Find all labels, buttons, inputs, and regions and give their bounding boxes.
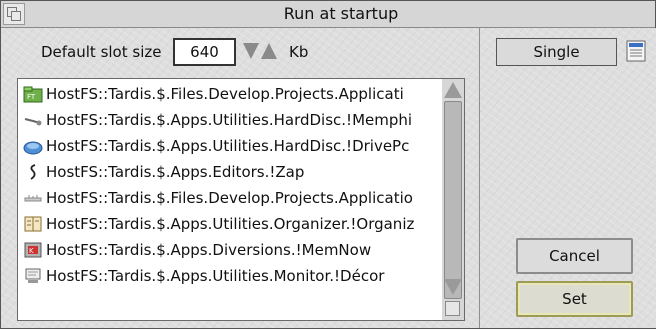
scroll-up-arrow-icon[interactable] (444, 82, 462, 98)
window-title: Run at startup (283, 4, 399, 23)
startup-app-list[interactable]: FT HostFS::Tardis.$.Files.Develop.Projec… (17, 78, 444, 321)
set-button[interactable]: Set (516, 281, 633, 317)
scroll-thumb[interactable] (444, 101, 462, 299)
startup-list-pane: Default slot size 640 Kb FT HostFS::Tard… (1, 28, 478, 328)
drive-icon (23, 141, 43, 155)
increase-arrow-icon[interactable] (261, 43, 277, 59)
svg-text:K: K (29, 247, 34, 255)
slot-size-label: Default slot size (41, 43, 162, 61)
list-item-path: HostFS::Tardis.$.Apps.Utilities.Organize… (46, 215, 415, 233)
run-at-startup-window: Run at startup Default slot size 640 Kb … (0, 0, 656, 329)
zap-icon (30, 164, 36, 180)
menu-icon[interactable] (626, 40, 646, 62)
decor-icon (25, 268, 41, 283)
application-folder-icon: FT (23, 86, 43, 103)
list-item-path: HostFS::Tardis.$.Apps.Diversions.!MemNow (46, 241, 372, 259)
list-item[interactable]: K HostFS::Tardis.$.Apps.Diversions.!MemN… (18, 237, 443, 263)
list-item-path: HostFS::Tardis.$.Apps.Utilities.HardDisc… (46, 111, 413, 129)
list-item-path: HostFS::Tardis.$.Apps.Utilities.Monitor.… (46, 267, 385, 285)
list-item-path: HostFS::Tardis.$.Files.Develop.Projects.… (46, 189, 413, 207)
list-item[interactable]: HostFS::Tardis.$.Apps.Editors.!Zap (18, 159, 443, 185)
memphis-icon (24, 118, 42, 126)
title-bar[interactable]: Run at startup (1, 1, 655, 28)
list-item[interactable]: HostFS::Tardis.$.Apps.Utilities.Monitor.… (18, 263, 443, 289)
list-item[interactable]: HostFS::Tardis.$.Apps.Utilities.HardDisc… (18, 107, 443, 133)
slot-size-units: Kb (289, 43, 309, 61)
ruler-icon (24, 195, 42, 202)
memnow-icon: K (24, 242, 42, 258)
decrease-arrow-icon[interactable] (243, 43, 259, 59)
list-item-path: HostFS::Tardis.$.Apps.Editors.!Zap (46, 163, 305, 181)
resize-icon[interactable] (445, 301, 460, 316)
list-item[interactable]: FT HostFS::Tardis.$.Files.Develop.Projec… (18, 81, 443, 107)
svg-text:FT: FT (27, 93, 36, 101)
list-item-path: HostFS::Tardis.$.Files.Develop.Projects.… (46, 85, 404, 103)
list-item[interactable]: HostFS::Tardis.$.Apps.Utilities.Organize… (18, 211, 443, 237)
cancel-button[interactable]: Cancel (516, 238, 633, 274)
back-icon[interactable] (3, 3, 25, 25)
list-item[interactable]: HostFS::Tardis.$.Files.Develop.Projects.… (18, 185, 443, 211)
mode-display: Single (496, 38, 617, 66)
list-scrollbar[interactable] (442, 78, 465, 321)
list-item-path: HostFS::Tardis.$.Apps.Utilities.HardDisc… (46, 137, 410, 155)
list-item[interactable]: HostFS::Tardis.$.Apps.Utilities.HardDisc… (18, 133, 443, 159)
slot-size-input[interactable]: 640 (173, 38, 236, 66)
action-pane: Single Cancel Set (479, 28, 656, 328)
scroll-down-arrow-icon[interactable] (444, 279, 462, 295)
organizer-icon (24, 216, 42, 232)
